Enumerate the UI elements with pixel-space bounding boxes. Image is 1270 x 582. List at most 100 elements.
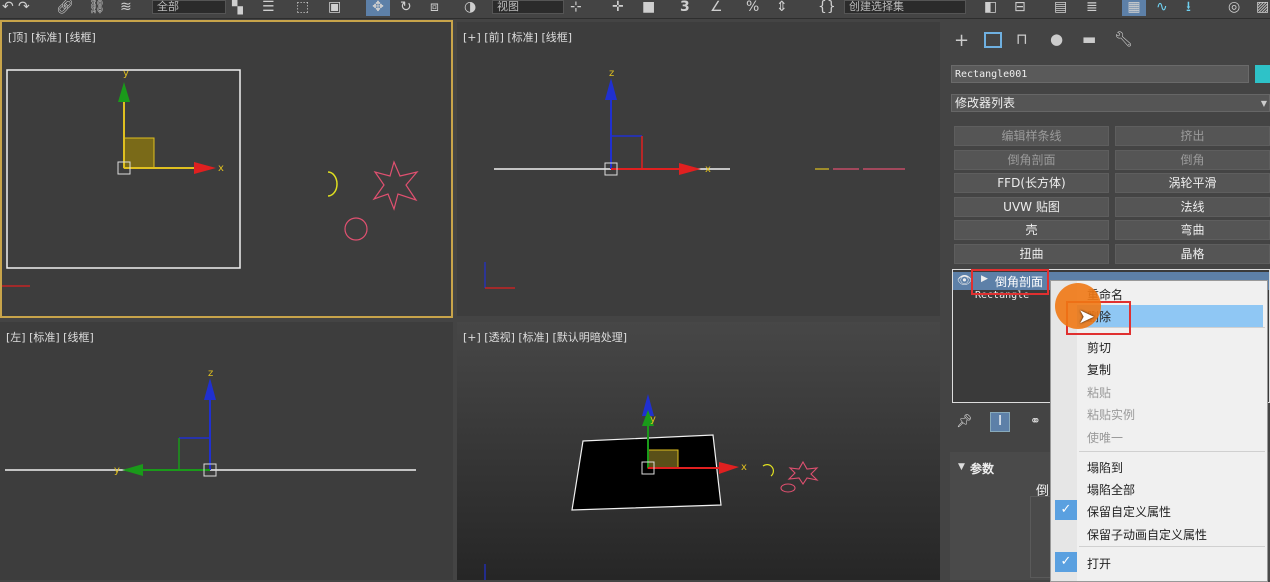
parameters-rollout-title[interactable]: 参数 <box>970 460 994 477</box>
select-by-name-icon[interactable]: ☰ <box>262 0 275 16</box>
viewport-perspective[interactable]: [+] [透视] [标准] [默认明暗处理] y x <box>457 322 940 580</box>
main-toolbar: ↶ ↷ 🔗︎ ⛓ ≋ 全部 ▚ ☰ ⬚ ▣ ✥ ↻ ⧈ ◑ 视图 ⊹ ✛ ■ 3… <box>0 0 1270 19</box>
window-crossing-icon[interactable]: ▣ <box>328 0 341 16</box>
reference-coordinate-dropdown[interactable]: 视图 <box>492 0 564 14</box>
snaps-toggle-icon[interactable]: 3 <box>680 0 690 16</box>
visibility-eye-icon[interactable]: 👁︎ <box>957 273 972 287</box>
gizmo-z-arrow[interactable] <box>605 78 617 100</box>
align-icon[interactable]: ⊟ <box>1014 0 1026 16</box>
curve-editor-icon[interactable]: ∿ <box>1156 0 1168 16</box>
schematic-view-icon[interactable]: ⭳ <box>1186 0 1191 16</box>
ribbon-toggle-icon[interactable]: ▦ <box>1122 0 1146 16</box>
create-tab-icon[interactable]: + <box>954 30 969 51</box>
redo-icon[interactable]: ↷ <box>18 0 30 16</box>
viewport-perspective-canvas: y x <box>484 394 819 580</box>
modifier-button[interactable]: 编辑样条线 <box>954 126 1109 146</box>
x-axis-label: x <box>741 462 747 473</box>
link-icon[interactable]: 🔗︎ <box>56 0 74 16</box>
render-setup-icon[interactable]: ▨ <box>1256 0 1269 16</box>
viewport-left-canvas: y z <box>5 368 416 477</box>
modifier-button[interactable]: 壳 <box>954 220 1109 240</box>
context-menu-item[interactable]: 粘贴 <box>1087 384 1111 401</box>
dropdown-arrow-icon: ▼ <box>1260 99 1267 108</box>
placement-icon[interactable]: ◑ <box>464 0 476 16</box>
pin-stack-icon[interactable]: 📌︎ <box>956 414 973 429</box>
viewport-left[interactable]: [左] [标准] [线框] y z <box>0 322 453 580</box>
make-unique-icon[interactable]: ⚭ <box>1030 414 1041 429</box>
gizmo-z-arrow[interactable] <box>204 378 216 400</box>
modifier-button[interactable]: 晶格 <box>1115 243 1270 264</box>
context-menu-item[interactable]: 粘贴实例 <box>1087 406 1135 423</box>
spinner-snap-icon[interactable]: ⇕ <box>776 0 788 16</box>
modifier-button[interactable]: 挤出 <box>1115 126 1270 146</box>
modifier-button[interactable]: 倒角 <box>1115 149 1270 170</box>
menu-separator <box>1079 546 1265 547</box>
show-end-result-icon[interactable]: Ⅰ <box>990 412 1010 432</box>
context-menu-item[interactable]: 打开 <box>1087 555 1111 572</box>
gizmo-plane-xy[interactable] <box>123 137 155 169</box>
angle-snap-icon[interactable]: ∠ <box>710 0 723 16</box>
context-menu-item[interactable]: 保留子动画自定义属性 <box>1087 526 1207 543</box>
modifier-button[interactable]: 涡轮平滑 <box>1115 173 1270 193</box>
display-tab-icon[interactable]: ▬ <box>1082 30 1096 48</box>
gizmo-x-arrow[interactable] <box>679 163 701 175</box>
keyboard-shortcut-icon[interactable]: ■ <box>642 0 655 16</box>
scene-explorer-icon[interactable]: ▤ <box>1054 0 1067 16</box>
named-selection-set-dropdown[interactable]: 创建选择集 <box>844 0 966 14</box>
select-object-icon[interactable]: ▚ <box>232 0 243 16</box>
mirror-icon[interactable]: ◧ <box>984 0 997 16</box>
arc-shape[interactable] <box>327 171 338 197</box>
hierarchy-tab-icon[interactable]: ⊓ <box>1016 30 1028 48</box>
gizmo-y-arrow[interactable] <box>122 464 143 476</box>
selection-filter-dropdown[interactable]: 全部 <box>152 0 226 14</box>
context-menu-item[interactable]: 塌陷全部 <box>1087 481 1135 498</box>
move-icon[interactable]: ✥ <box>366 0 390 16</box>
layer-explorer-icon[interactable]: ≣ <box>1086 0 1098 16</box>
arc-shape-persp[interactable] <box>762 464 774 477</box>
percent-snap-icon[interactable]: % <box>746 0 759 16</box>
gizmo-plane[interactable] <box>647 449 679 469</box>
pivot-center-icon[interactable]: ⊹ <box>570 0 582 16</box>
select-manipulate-icon[interactable]: ✛ <box>612 0 624 16</box>
object-name-field[interactable]: Rectangle001 <box>951 65 1249 83</box>
undo-icon[interactable]: ↶ <box>2 0 14 16</box>
modifier-button[interactable]: 倒角剖面 <box>954 149 1109 170</box>
star-shape-persp[interactable] <box>787 460 819 485</box>
utilities-tab-icon[interactable]: 🔧︎ <box>1114 30 1133 48</box>
y-axis-label: y <box>123 68 129 79</box>
context-menu-item[interactable]: 塌陷到 <box>1087 459 1123 476</box>
gizmo-x-arrow[interactable] <box>194 162 216 174</box>
modifier-button[interactable]: UVW 贴图 <box>954 196 1109 217</box>
viewport-front[interactable]: [+] [前] [标准] [线框] x z <box>457 22 940 316</box>
circle-shape-persp[interactable] <box>780 483 796 493</box>
modifier-button[interactable]: 弯曲 <box>1115 220 1270 240</box>
modifier-button[interactable]: 法线 <box>1115 196 1270 217</box>
rotate-icon[interactable]: ↻ <box>400 0 412 16</box>
material-editor-icon[interactable]: ◎ <box>1228 0 1240 16</box>
star-shape[interactable] <box>372 160 419 211</box>
region-select-icon[interactable]: ⬚ <box>296 0 309 16</box>
motion-tab-icon[interactable]: ● <box>1050 30 1063 48</box>
context-menu-item[interactable]: 保留自定义属性 <box>1087 503 1171 520</box>
scale-icon[interactable]: ⧈ <box>430 0 439 16</box>
modifier-button[interactable]: FFD(长方体) <box>954 173 1109 193</box>
gizmo-x-arrow[interactable] <box>719 462 739 474</box>
gizmo-y-arrow[interactable] <box>118 82 130 102</box>
edit-named-selection-icon[interactable]: {} <box>818 0 836 16</box>
modify-tab-icon[interactable] <box>984 32 1002 48</box>
object-color-swatch[interactable] <box>1255 65 1270 83</box>
z-axis-label: z <box>208 368 213 379</box>
circle-shape[interactable] <box>344 217 368 241</box>
viewport-top[interactable]: [顶] [标准] [线框] x y <box>0 20 453 318</box>
context-menu-item[interactable]: 使唯一 <box>1087 429 1123 446</box>
command-panel-tabs: + ⊓ ● ▬ 🔧︎ <box>946 30 1270 52</box>
modifier-button[interactable]: 扭曲 <box>954 243 1109 264</box>
unlink-icon[interactable]: ⛓ <box>88 0 106 16</box>
context-menu-item[interactable]: 复制 <box>1087 361 1111 378</box>
rectangle-3d[interactable] <box>571 434 722 511</box>
rollout-collapse-icon[interactable]: ▼ <box>958 462 965 472</box>
bind-space-warp-icon[interactable]: ≋ <box>120 0 132 16</box>
context-menu-item[interactable]: 剪切 <box>1087 339 1111 356</box>
modifier-list-dropdown[interactable]: 修改器列表 ▼ <box>951 94 1270 112</box>
x-axis-label: x <box>705 164 711 175</box>
